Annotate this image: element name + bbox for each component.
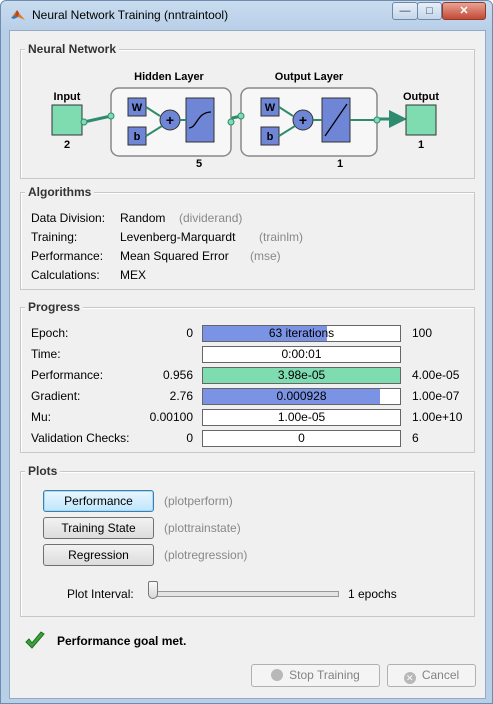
gradient-label: Gradient: (31, 389, 81, 403)
mu-label: Mu: (31, 410, 52, 424)
performance-value: Mean Squared Error (120, 249, 229, 263)
cancel-button[interactable]: ✕ Cancel (387, 664, 476, 687)
input-size: 2 (64, 139, 70, 151)
performance-func: (mse) (250, 249, 281, 263)
performance-end: 4.00e-05 (412, 368, 460, 382)
progress-group: Progress Epoch: 0 63 iterations 100 Time… (20, 300, 475, 453)
training-state-plot-func: (plottrainstate) (164, 521, 241, 535)
performance-plot-button[interactable]: Performance (43, 490, 154, 512)
hidden-transfer-block (185, 97, 215, 143)
client-area: Neural Network Input 2 Hidden Layer 5 W … (9, 30, 486, 699)
output-final-size: 1 (418, 139, 424, 151)
training-state-plot-button[interactable]: Training State (43, 517, 154, 539)
validation-checks-label: Validation Checks: (31, 431, 130, 445)
validation-checks-progress-bar: 0 (202, 430, 401, 447)
gradient-end: 1.00e-07 (412, 389, 460, 403)
gradient-start: 2.76 (169, 389, 193, 403)
output-layer-title: Output Layer (275, 71, 344, 83)
training-func: (trainlm) (259, 230, 303, 244)
junction-dot (373, 116, 381, 124)
performance-label: Performance: (31, 249, 104, 263)
junction-dot (227, 118, 235, 126)
data-division-value: Random (120, 211, 166, 225)
output-layer-size: 1 (337, 158, 343, 170)
time-bar-text: 0:00:01 (281, 347, 322, 361)
data-division-label: Data Division: (31, 211, 106, 225)
performance-progress-bar: 3.98e-05 (202, 367, 401, 384)
time-progress-bar: 0:00:01 (202, 346, 401, 363)
epoch-end: 100 (412, 326, 433, 340)
stop-icon (271, 669, 284, 681)
nntraintool-window: Neural Network Training (nntraintool) — … (0, 0, 493, 704)
output-weight-label: W (265, 102, 276, 114)
input-label: Input (54, 91, 81, 103)
output-node (405, 104, 437, 136)
window-title: Neural Network Training (nntraintool) (32, 8, 229, 22)
performance-start: 0.956 (162, 368, 193, 382)
gradient-progress-bar: 0.000928 (202, 388, 401, 405)
hidden-layer-size: 5 (196, 158, 202, 170)
progress-title: Progress (25, 300, 84, 314)
plot-interval-slider-thumb[interactable] (148, 581, 158, 599)
mu-progress-bar: 1.00e-05 (202, 409, 401, 426)
regression-plot-func: (plotregression) (164, 548, 248, 562)
time-label: Time: (31, 347, 61, 361)
output-bias-label: b (267, 131, 274, 143)
gradient-bar-text: 0.000928 (276, 389, 327, 403)
epoch-bar-text: 63 iterations (268, 326, 335, 340)
validation-checks-start: 0 (186, 431, 193, 445)
algorithms-group: Algorithms Data Division: Random (divide… (20, 185, 475, 290)
algorithms-title: Algorithms (25, 185, 95, 199)
cancel-icon: ✕ (403, 672, 416, 684)
plots-title: Plots (25, 464, 61, 478)
stop-training-label: Stop Training (289, 668, 360, 682)
junction-dot (237, 112, 245, 120)
cancel-label: Cancel (421, 668, 460, 682)
hidden-sum-label: + (166, 112, 174, 128)
plot-interval-label: Plot Interval: (67, 587, 134, 601)
training-label: Training: (31, 230, 78, 244)
matlab-icon (11, 10, 25, 20)
output-label: Output (403, 91, 439, 103)
epoch-start: 0 (186, 326, 193, 340)
mu-bar-text: 1.00e-05 (277, 410, 326, 424)
connector-input-hidden (83, 114, 112, 124)
hidden-bias-label: b (134, 131, 141, 143)
input-node (51, 104, 83, 136)
minimize-button[interactable]: — (392, 2, 418, 20)
status-message: Performance goal met. (57, 634, 187, 648)
validation-checks-bar-text: 0 (298, 431, 305, 445)
mu-start: 0.00100 (149, 410, 193, 424)
performance-bar-text: 3.98e-05 (277, 368, 326, 382)
stop-training-button[interactable]: Stop Training (251, 664, 380, 687)
data-division-func: (dividerand) (179, 211, 243, 225)
plot-interval-value: 1 epochs (348, 587, 397, 601)
epoch-label: Epoch: (31, 326, 69, 340)
calculations-label: Calculations: (31, 268, 100, 282)
performance-progress-label: Performance: (31, 368, 104, 382)
epoch-progress-bar: 63 iterations (202, 325, 401, 342)
neural-network-group: Neural Network Input 2 Hidden Layer 5 W … (20, 42, 475, 179)
mu-end: 1.00e+10 (412, 410, 463, 424)
regression-plot-button[interactable]: Regression (43, 544, 154, 566)
output-sum-label: + (299, 112, 307, 128)
calculations-value: MEX (120, 268, 147, 282)
junction-dot (107, 112, 115, 120)
validation-checks-end: 6 (412, 431, 419, 445)
plots-group: Plots Performance (plotperform) Training… (20, 464, 475, 617)
title-bar[interactable]: Neural Network Training (nntraintool) — … (1, 1, 492, 29)
performance-plot-func: (plotperform) (164, 494, 233, 508)
network-diagram: Input 2 Hidden Layer 5 W b + Output Laye… (51, 71, 439, 170)
hidden-weight-label: W (132, 102, 143, 114)
junction-dot (80, 118, 88, 126)
training-value: Levenberg-Marquardt (120, 230, 236, 244)
maximize-button[interactable]: □ (417, 2, 442, 20)
hidden-layer-title: Hidden Layer (134, 71, 204, 83)
plot-interval-slider-track[interactable] (149, 591, 339, 597)
close-button[interactable]: ✕ (442, 2, 486, 20)
checkmark-icon (25, 631, 45, 649)
